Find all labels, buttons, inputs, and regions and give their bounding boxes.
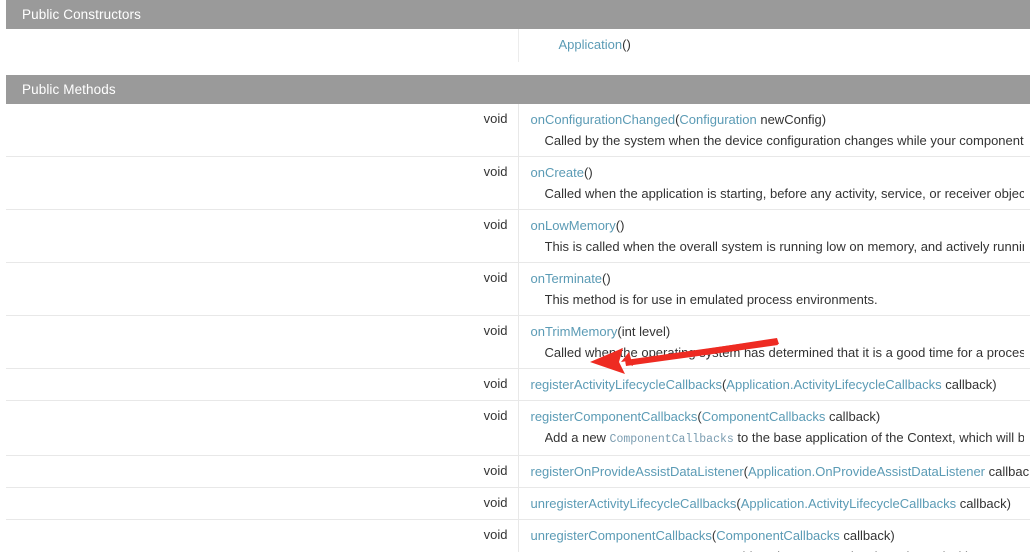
return-type: void — [6, 156, 519, 210]
desc-text-middle: to the base application of the Context, … — [737, 430, 1024, 445]
method-signature-cell: registerComponentCallbacks(ComponentCall… — [518, 400, 1030, 456]
method-description: This is called when the overall system i… — [544, 239, 1025, 254]
table-row: void onCreate() Called when the applicat… — [6, 156, 1030, 210]
return-type: void — [6, 104, 519, 157]
return-type: void — [6, 262, 519, 316]
close-paren: ) — [992, 377, 997, 392]
method-link-registerActivityLifecycleCallbacks[interactable]: registerActivityLifecycleCallbacks — [531, 377, 722, 392]
param-type-link[interactable]: Application.ActivityLifecycleCallbacks — [726, 377, 941, 392]
return-type: void — [6, 400, 519, 456]
param-name: callback — [839, 528, 891, 543]
constructor-row: Application() — [6, 29, 1030, 62]
param-name: int level — [621, 324, 666, 339]
param-name: callback — [941, 377, 993, 392]
method-link-onCreate[interactable]: onCreate — [531, 165, 584, 180]
section-header-public-methods: Public Methods — [6, 75, 1030, 104]
inline-code-componentcallbacks: ComponentCallbacks — [609, 433, 734, 446]
method-signature-cell: onConfigurationChanged(Configuration new… — [518, 104, 1030, 157]
constructor-signature-cell: Application() — [518, 29, 1030, 62]
return-type: void — [6, 455, 519, 488]
method-signature-cell: unregisterActivityLifecycleCallbacks(App… — [518, 487, 1030, 520]
public-methods-table: Public Methods void onConfigurationChang… — [6, 75, 1030, 552]
constructor-args: () — [622, 37, 631, 52]
method-link-registerComponentCallbacks[interactable]: registerComponentCallbacks — [531, 409, 698, 424]
param-type-link[interactable]: ComponentCallbacks — [702, 409, 826, 424]
table-row: void onLowMemory() This is called when t… — [6, 209, 1030, 263]
method-link-onConfigurationChanged[interactable]: onConfigurationChanged — [531, 112, 676, 127]
method-description: Remove a ComponentCallbacks object that … — [545, 548, 1025, 552]
method-description: This method is for use in emulated proce… — [544, 292, 878, 307]
desc-text-before: Add a new — [544, 430, 610, 445]
method-link-registerOnProvideAssistDataListener[interactable]: registerOnProvideAssistDataListener — [531, 464, 744, 479]
method-description: Called when the application is starting,… — [544, 186, 1025, 201]
method-link-unregisterActivityLifecycleCallbacks[interactable]: unregisterActivityLifecycleCallbacks — [531, 496, 737, 511]
param-type-link[interactable]: Application.ActivityLifecycleCallbacks — [741, 496, 956, 511]
param-name: callback — [988, 464, 1030, 479]
method-link-onLowMemory[interactable]: onLowMemory — [531, 218, 616, 233]
method-description: Called by the system when the device con… — [544, 133, 1025, 148]
method-signature-cell: onLowMemory() This is called when the ov… — [518, 209, 1030, 263]
section-header-label: Public Methods — [6, 75, 1030, 104]
api-reference-page: Public Constructors Application() Public… — [0, 0, 1030, 552]
close-paren: ) — [1006, 496, 1011, 511]
public-constructors-table: Public Constructors Application() — [6, 0, 1030, 75]
method-signature-cell: onCreate() Called when the application i… — [518, 156, 1030, 210]
table-row-registerActivityLifecycleCallbacks: void registerActivityLifecycleCallbacks(… — [6, 368, 1030, 401]
return-type: void — [6, 209, 519, 263]
return-type: void — [6, 519, 519, 552]
return-type: void — [6, 487, 519, 520]
return-type: void — [6, 368, 519, 401]
close-paren: ) — [875, 409, 881, 424]
table-row: void unregisterComponentCallbacks(Compon… — [6, 519, 1030, 552]
table-row: void onTrimMemory(int level) Called when… — [6, 315, 1030, 369]
close-paren: ) — [821, 112, 827, 127]
method-link-unregisterComponentCallbacks[interactable]: unregisterComponentCallbacks — [531, 528, 712, 543]
param-name: callback — [956, 496, 1007, 511]
method-description: Called when the operating system has det… — [544, 345, 1025, 360]
param-type-link[interactable]: Configuration — [679, 112, 756, 127]
param-name: callback — [825, 409, 876, 424]
method-link-onTerminate[interactable]: onTerminate — [531, 271, 603, 286]
close-paren: ) — [620, 218, 625, 233]
close-paren: ) — [890, 528, 895, 543]
constructor-link-application[interactable]: Application — [559, 37, 623, 52]
table-row: void registerOnProvideAssistDataListener… — [6, 455, 1030, 488]
close-paren: ) — [665, 324, 671, 339]
close-paren: ) — [588, 165, 593, 180]
table-row: void unregisterActivityLifecycleCallback… — [6, 487, 1030, 520]
table-row: void onTerminate() This method is for us… — [6, 262, 1030, 316]
param-type-link[interactable]: Application.OnProvideAssistDataListener — [748, 464, 985, 479]
method-signature-cell: registerActivityLifecycleCallbacks(Appli… — [518, 368, 1030, 401]
method-signature-cell: onTerminate() This method is for use in … — [518, 262, 1030, 316]
table-row: void onConfigurationChanged(Configuratio… — [6, 104, 1030, 157]
method-signature-cell: registerOnProvideAssistDataListener(Appl… — [518, 455, 1030, 488]
table-row: void registerComponentCallbacks(Componen… — [6, 400, 1030, 456]
method-link-onTrimMemory[interactable]: onTrimMemory — [531, 324, 618, 339]
param-type-link[interactable]: ComponentCallbacks — [716, 528, 840, 543]
close-paren: ) — [606, 271, 611, 286]
section-header-label: Public Constructors — [6, 0, 1030, 29]
section-gap — [6, 62, 1030, 75]
return-type: void — [6, 315, 519, 369]
param-name: newConfig — [756, 112, 822, 127]
method-description: Add a new ComponentCallbacks to the base… — [545, 429, 1025, 449]
method-signature-cell: unregisterComponentCallbacks(ComponentCa… — [518, 519, 1030, 552]
method-signature-cell: onTrimMemory(int level) Called when the … — [518, 315, 1030, 369]
constructor-indent-cell — [6, 29, 519, 62]
section-header-public-constructors: Public Constructors — [6, 0, 1030, 29]
